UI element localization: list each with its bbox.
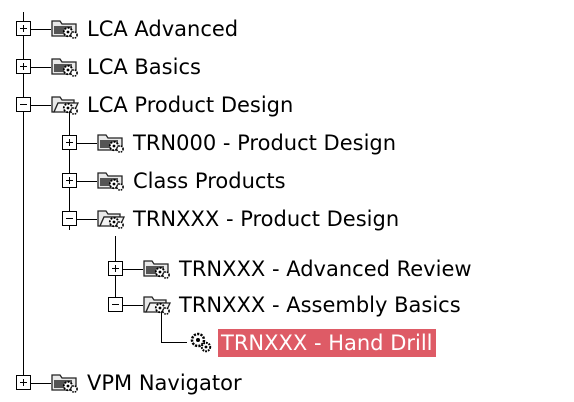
expand-toggle[interactable]	[16, 59, 31, 74]
gears-icon	[190, 332, 212, 353]
tree-connector	[161, 342, 187, 343]
expand-toggle[interactable]	[108, 261, 123, 276]
open-folder-gears-icon	[51, 96, 80, 115]
tree-item-label[interactable]: LCA Product Design	[84, 91, 296, 119]
tree-item-label[interactable]: TRNXXX - Advanced Review	[176, 255, 475, 283]
tree-item-label[interactable]: LCA Basics	[84, 53, 204, 81]
tree-connector	[31, 383, 51, 384]
expand-toggle[interactable]	[16, 21, 31, 36]
expand-toggle[interactable]	[62, 173, 77, 188]
tree-connector	[123, 269, 143, 270]
tree-item-label[interactable]: TRNXXX - Assembly Basics	[176, 291, 464, 319]
open-folder-gears-icon	[143, 296, 172, 315]
closed-folder-gears-icon	[97, 172, 124, 191]
tree-connector	[77, 143, 97, 144]
tree-connector	[77, 219, 97, 220]
tree-item-label[interactable]: VPM Navigator	[84, 369, 245, 397]
tree-connector	[77, 181, 97, 182]
tree-item-label[interactable]: LCA Advanced	[84, 15, 241, 43]
tree-item-label[interactable]: TRN000 - Product Design	[130, 129, 399, 157]
closed-folder-gears-icon	[51, 374, 78, 393]
closed-folder-gears-icon	[51, 20, 78, 39]
collapse-toggle[interactable]	[16, 97, 31, 112]
collapse-toggle[interactable]	[62, 211, 77, 226]
expand-toggle[interactable]	[16, 375, 31, 390]
tree-connector	[31, 105, 51, 106]
tree-item-label[interactable]: TRNXXX - Product Design	[130, 205, 402, 233]
open-folder-gears-icon	[97, 210, 126, 229]
tree-connector	[123, 305, 143, 306]
tree-connector	[31, 29, 51, 30]
product-tree: LCA Advanced LCA Basics LCA Product Desi…	[0, 0, 574, 402]
tree-item-label[interactable]: Class Products	[130, 167, 289, 195]
expand-toggle[interactable]	[62, 135, 77, 150]
collapse-toggle[interactable]	[108, 297, 123, 312]
tree-connector	[161, 312, 162, 342]
tree-connector	[31, 67, 51, 68]
closed-folder-gears-icon	[143, 260, 170, 279]
tree-item-label-selected[interactable]: TRNXXX - Hand Drill	[218, 329, 436, 357]
closed-folder-gears-icon	[51, 58, 78, 77]
closed-folder-gears-icon	[97, 134, 124, 153]
